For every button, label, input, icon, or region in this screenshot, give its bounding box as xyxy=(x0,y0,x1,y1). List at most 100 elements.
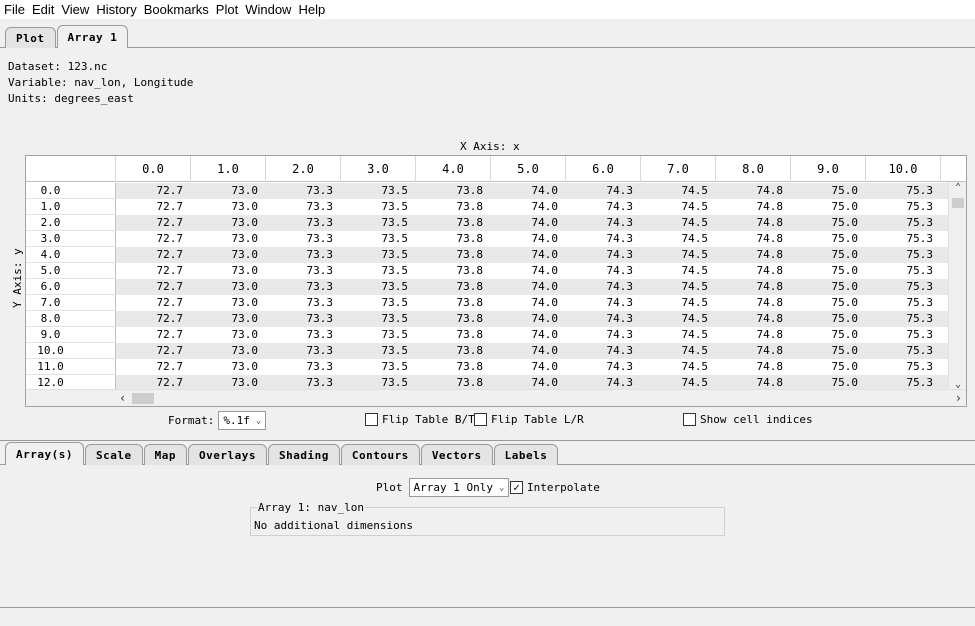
column-header-cell[interactable]: 8.0 xyxy=(716,156,791,182)
row-header-cell[interactable]: 2.0 xyxy=(26,215,116,231)
table-cell[interactable]: 75.3 xyxy=(866,359,941,375)
table-cell[interactable]: 74.0 xyxy=(491,343,566,359)
table-cell[interactable]: 74.8 xyxy=(716,215,791,231)
table-cell[interactable]: 75.3 xyxy=(866,215,941,231)
table-cell[interactable]: 72.7 xyxy=(116,247,191,263)
table-cell[interactable]: 74.0 xyxy=(491,263,566,279)
menu-plot[interactable]: Plot xyxy=(216,2,238,17)
table-cell[interactable]: 75.3 xyxy=(866,183,941,199)
horizontal-scrollbar[interactable]: ‹ › xyxy=(116,389,966,406)
horizontal-scroll-thumb[interactable] xyxy=(132,393,154,404)
table-cell[interactable]: 74.8 xyxy=(716,343,791,359)
column-header-cell[interactable]: 3.0 xyxy=(341,156,416,182)
row-header-cell[interactable]: 10.0 xyxy=(26,343,116,359)
table-cell[interactable]: 74.5 xyxy=(641,215,716,231)
table-cell[interactable]: 72.7 xyxy=(116,311,191,327)
table-cell[interactable]: 73.3 xyxy=(266,247,341,263)
table-cell[interactable]: 73.5 xyxy=(341,279,416,295)
table-cell[interactable]: 73.0 xyxy=(191,279,266,295)
table-cell[interactable]: 73.3 xyxy=(266,327,341,343)
table-cell[interactable]: 72.7 xyxy=(116,327,191,343)
table-cell[interactable]: 75.0 xyxy=(791,279,866,295)
table-cell[interactable]: 73.3 xyxy=(266,199,341,215)
show-indices-control[interactable]: Show cell indices xyxy=(683,413,813,426)
column-header-cell[interactable]: 0.0 xyxy=(116,156,191,182)
table-cell[interactable]: 73.8 xyxy=(416,343,491,359)
table-cell[interactable]: 75.3 xyxy=(866,327,941,343)
vertical-scrollbar[interactable]: ⌃ ⌄ xyxy=(948,182,966,390)
table-cell[interactable]: 74.5 xyxy=(641,263,716,279)
table-cell[interactable]: 75.0 xyxy=(791,311,866,327)
table-cell[interactable]: 74.3 xyxy=(566,327,641,343)
table-cell[interactable]: 74.3 xyxy=(566,343,641,359)
table-cell[interactable]: 73.8 xyxy=(416,215,491,231)
tab-array-1[interactable]: Array 1 xyxy=(56,25,129,49)
menu-history[interactable]: History xyxy=(96,2,136,17)
table-cell[interactable]: 74.3 xyxy=(566,295,641,311)
table-cell[interactable]: 73.3 xyxy=(266,295,341,311)
table-cell[interactable]: 73.3 xyxy=(266,183,341,199)
table-cell[interactable]: 74.0 xyxy=(491,279,566,295)
column-header-cell[interactable]: 5.0 xyxy=(491,156,566,182)
table-cell[interactable]: 74.5 xyxy=(641,359,716,375)
table-cell[interactable]: 74.0 xyxy=(491,231,566,247)
row-header-cell[interactable]: 0.0 xyxy=(26,183,116,199)
table-cell[interactable]: 74.3 xyxy=(566,215,641,231)
table-cell[interactable]: 73.0 xyxy=(191,183,266,199)
table-cell[interactable]: 73.5 xyxy=(341,263,416,279)
table-cell[interactable]: 75.3 xyxy=(866,199,941,215)
column-header-cell[interactable]: 4.0 xyxy=(416,156,491,182)
table-cell[interactable]: 75.3 xyxy=(866,231,941,247)
table-cell[interactable]: 72.7 xyxy=(116,359,191,375)
table-cell[interactable]: 72.7 xyxy=(116,215,191,231)
vertical-scroll-thumb[interactable] xyxy=(952,198,964,208)
table-cell[interactable]: 74.8 xyxy=(716,311,791,327)
table-cell[interactable]: 73.0 xyxy=(191,343,266,359)
table-cell[interactable]: 74.5 xyxy=(641,295,716,311)
tab-map[interactable]: Map xyxy=(143,444,187,465)
table-cell[interactable]: 73.8 xyxy=(416,231,491,247)
table-cell[interactable]: 74.3 xyxy=(566,359,641,375)
table-cell[interactable]: 75.3 xyxy=(866,279,941,295)
table-cell[interactable]: 75.0 xyxy=(791,199,866,215)
data-table[interactable]: 0.0 1.0 2.0 3.0 4.0 5.0 6.0 7.0 8.0 9.0 10.0 0.0 72… xyxy=(25,155,967,407)
table-cell[interactable]: 74.0 xyxy=(491,183,566,199)
show-indices-checkbox[interactable] xyxy=(683,413,696,426)
table-cell[interactable]: 73.8 xyxy=(416,327,491,343)
scroll-left-icon[interactable]: ‹ xyxy=(119,390,126,406)
table-cell[interactable]: 74.0 xyxy=(491,311,566,327)
table-cell[interactable]: 74.8 xyxy=(716,183,791,199)
table-cell[interactable]: 73.8 xyxy=(416,199,491,215)
tab-scale[interactable]: Scale xyxy=(84,444,143,465)
table-cell[interactable]: 73.8 xyxy=(416,311,491,327)
table-cell[interactable]: 74.3 xyxy=(566,231,641,247)
table-cell[interactable]: 73.5 xyxy=(341,199,416,215)
table-cell[interactable]: 75.0 xyxy=(791,247,866,263)
table-cell[interactable]: 73.5 xyxy=(341,247,416,263)
table-cell[interactable]: 75.0 xyxy=(791,295,866,311)
menu-edit[interactable]: Edit xyxy=(32,2,54,17)
menu-window[interactable]: Window xyxy=(245,2,291,17)
table-cell[interactable]: 74.5 xyxy=(641,199,716,215)
table-cell[interactable]: 75.3 xyxy=(866,295,941,311)
row-header-cell[interactable]: 1.0 xyxy=(26,199,116,215)
table-cell[interactable]: 73.3 xyxy=(266,279,341,295)
interpolate-checkbox[interactable]: ✓ xyxy=(510,481,523,494)
table-cell[interactable]: 74.8 xyxy=(716,295,791,311)
table-cell[interactable]: 74.5 xyxy=(641,327,716,343)
table-cell[interactable]: 73.3 xyxy=(266,343,341,359)
scroll-up-icon[interactable]: ⌃ xyxy=(949,182,966,193)
table-cell[interactable]: 73.3 xyxy=(266,231,341,247)
table-cell[interactable]: 75.0 xyxy=(791,359,866,375)
column-header-cell[interactable]: 6.0 xyxy=(566,156,641,182)
table-cell[interactable]: 73.0 xyxy=(191,311,266,327)
row-header-cell[interactable]: 9.0 xyxy=(26,327,116,343)
table-cell[interactable]: 75.3 xyxy=(866,247,941,263)
table-cell[interactable]: 75.0 xyxy=(791,343,866,359)
table-cell[interactable]: 74.8 xyxy=(716,263,791,279)
table-cell[interactable]: 73.5 xyxy=(341,359,416,375)
table-cell[interactable]: 74.0 xyxy=(491,295,566,311)
menu-view[interactable]: View xyxy=(61,2,89,17)
row-header-cell[interactable]: 3.0 xyxy=(26,231,116,247)
table-cell[interactable]: 73.0 xyxy=(191,359,266,375)
